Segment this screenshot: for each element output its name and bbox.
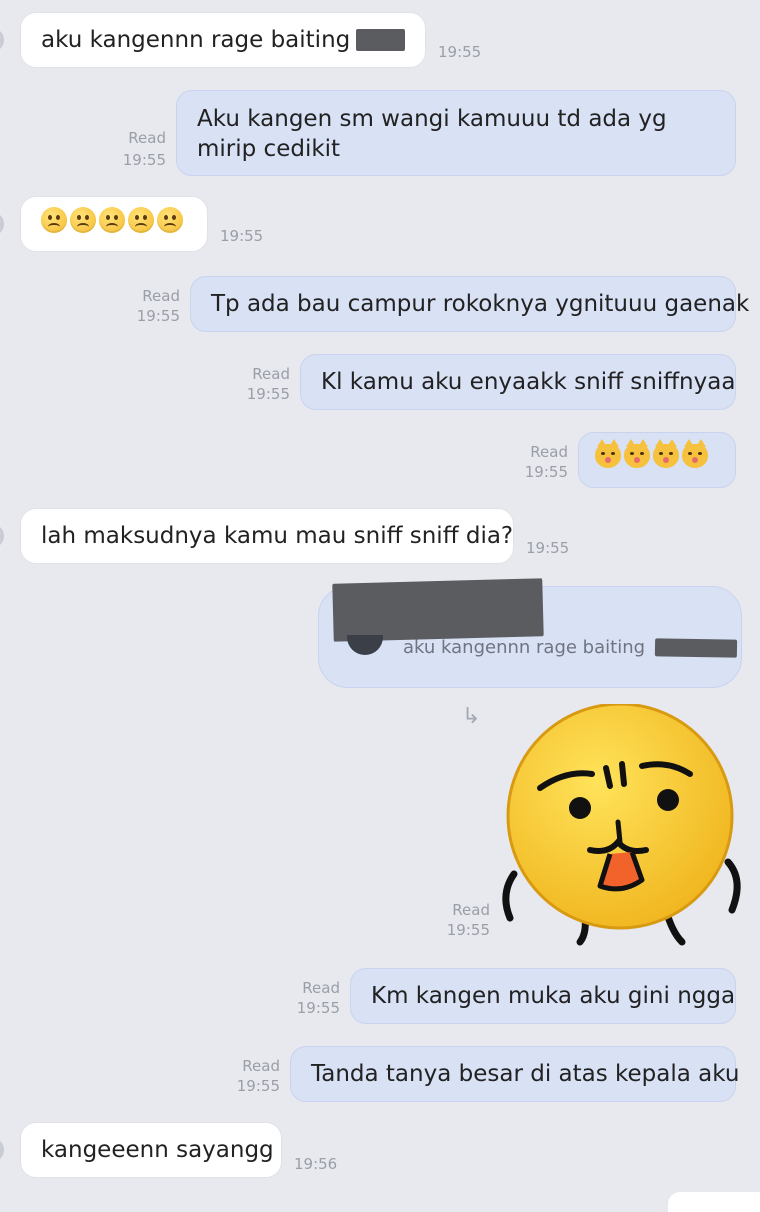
message-time: 19:55	[236, 1077, 280, 1095]
message-text: lah maksudnya kamu mau sniff sniff dia?	[41, 523, 514, 549]
message-time: 19:55	[246, 385, 290, 403]
quoted-message-text: aku kangennn rage baiting	[403, 637, 737, 658]
message-bubble-incoming[interactable]: kangeeenn sayangg	[20, 1122, 282, 1178]
message-bubble-outgoing[interactable]: Tanda tanya besar di atas kepala aku	[290, 1046, 740, 1102]
message-bubble-incoming[interactable]: aku kangennn rage baiting	[20, 12, 426, 68]
message-time: 19:55	[296, 999, 340, 1017]
read-status: Read	[142, 287, 180, 305]
message-text: kangeeenn sayangg	[41, 1137, 274, 1163]
redaction-block	[356, 29, 405, 51]
sad-face-icon	[157, 207, 183, 233]
sender-avatar[interactable]	[0, 28, 4, 52]
sad-face-icon	[70, 207, 96, 233]
read-status: Read	[252, 365, 290, 383]
message-text: Kl kamu aku enyaakk sniff sniffnyaa	[321, 369, 736, 395]
redaction-block	[654, 638, 737, 658]
message-time: 19:55	[122, 151, 166, 169]
message-time: 19:55	[524, 463, 568, 481]
message-bubble-outgoing[interactable]	[578, 432, 736, 488]
cat-face-emoji	[595, 439, 711, 476]
message-bubble-incoming[interactable]	[20, 196, 208, 252]
redaction-block	[332, 578, 544, 642]
message-text: Tanda tanya besar di atas kepala aku	[311, 1061, 740, 1087]
cat-face-icon	[682, 439, 708, 468]
message-text: aku kangennn rage baiting	[41, 27, 351, 53]
read-status: Read	[530, 443, 568, 461]
quoted-sender-avatar	[347, 635, 383, 655]
yellow-face-sticker[interactable]	[496, 704, 746, 952]
message-time: 19:55	[220, 227, 264, 245]
read-status: Read	[302, 979, 340, 997]
sad-face-icon	[41, 207, 67, 233]
message-bubble-outgoing[interactable]: Km kangen muka aku gini ngga	[350, 968, 736, 1024]
message-bubble-incoming[interactable]: lah maksudnya kamu mau sniff sniff dia?	[20, 508, 514, 564]
message-bubble-outgoing[interactable]: Aku kangen sm wangi kamuuu td ada yg mir…	[176, 90, 736, 176]
message-time: 19:55	[446, 921, 490, 939]
read-status: Read	[242, 1057, 280, 1075]
cat-face-icon	[624, 439, 650, 468]
message-time: 19:55	[526, 539, 570, 557]
read-status: Read	[128, 129, 166, 147]
message-time: 19:56	[294, 1155, 338, 1173]
sad-face-icon	[128, 207, 154, 233]
sad-face-emoji	[41, 207, 186, 241]
sender-avatar[interactable]	[0, 1138, 4, 1162]
cat-face-icon	[595, 439, 621, 468]
message-text: Aku kangen sm wangi kamuuu td ada yg mir…	[197, 106, 667, 162]
message-time: 19:55	[438, 43, 482, 61]
partial-next-bubble[interactable]	[668, 1192, 760, 1212]
message-bubble-outgoing[interactable]: Kl kamu aku enyaakk sniff sniffnyaa	[300, 354, 736, 410]
cat-face-icon	[653, 439, 679, 468]
reply-arrow-icon: ↳	[462, 704, 481, 729]
sender-avatar[interactable]	[0, 212, 4, 236]
sad-face-icon	[99, 207, 125, 233]
message-time: 19:55	[136, 307, 180, 325]
message-text: Tp ada bau campur rokoknya ygnituuu gaen…	[211, 291, 750, 317]
message-bubble-outgoing[interactable]: Tp ada bau campur rokoknya ygnituuu gaen…	[190, 276, 749, 332]
message-text: Km kangen muka aku gini ngga	[371, 983, 736, 1009]
reply-quote-card[interactable]: aku kangennn rage baiting	[318, 578, 742, 688]
read-status: Read	[452, 901, 490, 919]
sender-avatar[interactable]	[0, 524, 4, 548]
